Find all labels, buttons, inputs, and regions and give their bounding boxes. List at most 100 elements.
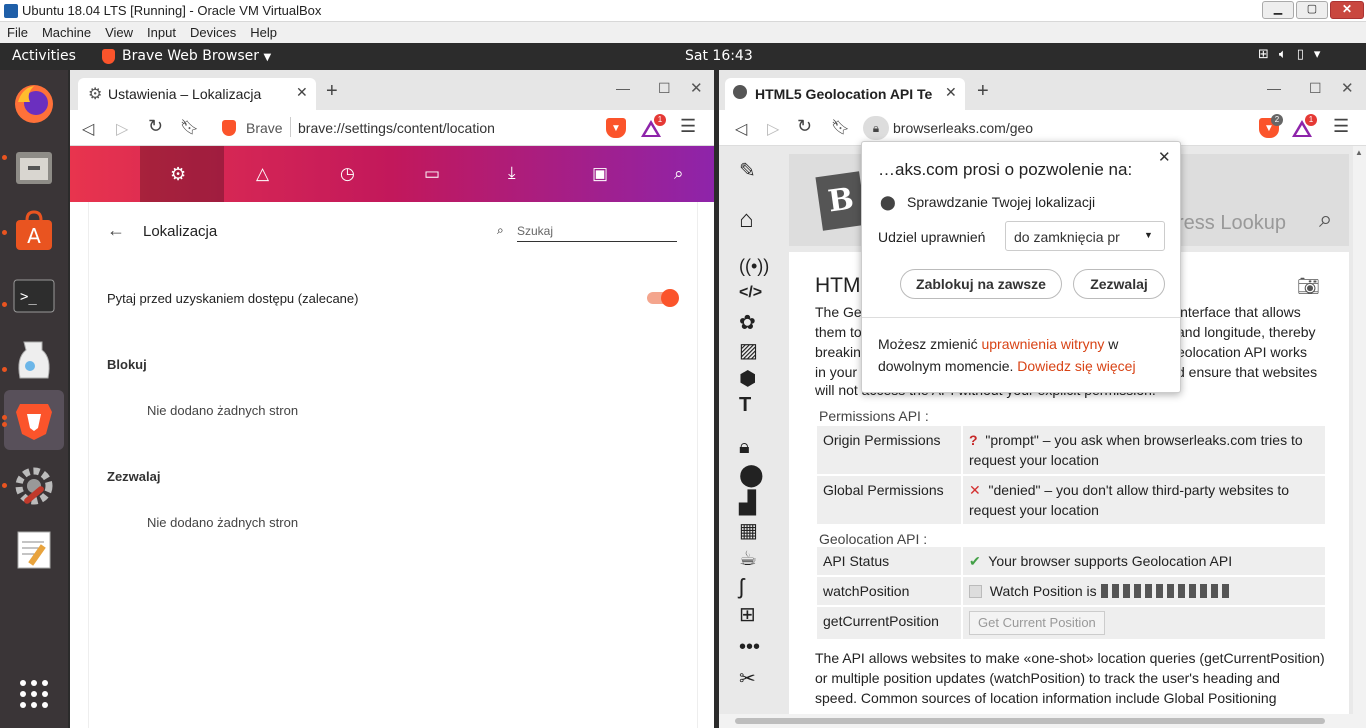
- close-tab-icon[interactable]: ✕: [945, 84, 957, 101]
- wallet-icon[interactable]: ▣: [592, 164, 608, 184]
- horizontal-scrollbar[interactable]: [719, 714, 1353, 728]
- search-input[interactable]: Szukaj: [517, 224, 677, 242]
- block-forever-button[interactable]: Zablokuj na zawsze: [900, 269, 1062, 299]
- network-icon: ⊞: [1258, 47, 1269, 62]
- more-icon[interactable]: •••: [739, 636, 760, 659]
- maximize-icon[interactable]: ☐: [1309, 80, 1322, 97]
- maximize-icon[interactable]: ☐: [658, 80, 671, 97]
- site-sidebar: ✎ ⌂ ((•)) </> ✿ ▨ ⬢ T 🔒︎ ⬤ ▟ ▦ ☕︎ ʃ ⊞ ••…: [735, 156, 775, 690]
- popup-footer: Możesz zmienić uprawnienia witryny w dow…: [878, 336, 1136, 374]
- menu-icon[interactable]: ☰: [680, 116, 696, 137]
- system-tray[interactable]: ⊞ 🔈︎ ▯ ▾: [1258, 47, 1320, 62]
- vertical-scrollbar[interactable]: ▲: [1353, 146, 1366, 728]
- home-icon[interactable]: ⌂: [739, 206, 754, 234]
- maximize-icon[interactable]: ▢: [1296, 1, 1328, 19]
- downloads-icon[interactable]: ⤓: [508, 163, 516, 183]
- tools-icon[interactable]: ✂: [739, 666, 756, 691]
- close-window-icon[interactable]: ✕: [1341, 79, 1354, 97]
- search-nav-icon[interactable]: ⌕: [674, 164, 684, 184]
- reload-icon[interactable]: ↻: [797, 116, 812, 137]
- menu-input[interactable]: Input: [140, 22, 183, 40]
- forward-icon[interactable]: ▷: [767, 119, 779, 139]
- svg-text:>_: >_: [20, 289, 37, 305]
- wall-icon[interactable]: ▦: [739, 518, 758, 543]
- menu-file[interactable]: File: [0, 22, 35, 40]
- settings-gear-icon[interactable]: ⚙: [170, 164, 186, 185]
- settings-icon[interactable]: [10, 462, 58, 510]
- history-icon[interactable]: ◷: [340, 164, 355, 184]
- rewards-nav-icon[interactable]: △: [256, 164, 269, 184]
- duration-select[interactable]: do zamknięcia pr ▼: [1005, 221, 1165, 251]
- back-icon[interactable]: ◁: [735, 119, 747, 139]
- scrollbar-thumb[interactable]: [735, 718, 1325, 724]
- close-tab-icon[interactable]: ✕: [296, 84, 308, 101]
- firefox-icon[interactable]: [10, 80, 58, 128]
- virtualbox-titlebar: Ubuntu 18.04 LTS [Running] - Oracle VM V…: [0, 0, 1366, 22]
- bookmarks-nav-icon[interactable]: ▭: [424, 164, 440, 184]
- brave-shields-icon[interactable]: ▼: [606, 118, 626, 138]
- menu-view[interactable]: View: [98, 22, 140, 40]
- menu-devices[interactable]: Devices: [183, 22, 243, 40]
- bookmark-icon[interactable]: 🔖︎: [180, 118, 199, 136]
- site-permissions-link[interactable]: uprawnienia witryny: [981, 336, 1104, 352]
- new-tab-icon[interactable]: +: [326, 80, 338, 103]
- minimize-icon[interactable]: ▁: [1262, 1, 1294, 19]
- font-icon[interactable]: T: [739, 394, 751, 417]
- back-icon[interactable]: ◁: [82, 119, 94, 139]
- address-bar[interactable]: Brave brave://settings/content/location: [214, 114, 594, 142]
- app-menu[interactable]: Brave Web Browser ▼: [122, 48, 271, 64]
- geolocation-table: API Status ✔ Your browser supports Geoloc…: [815, 545, 1327, 641]
- learn-more-link[interactable]: Dowiedz się więcej: [1017, 358, 1135, 374]
- brave-icon[interactable]: [4, 390, 64, 450]
- lookup-input[interactable]: ress Lookup: [1177, 212, 1286, 235]
- image-icon[interactable]: ▨: [739, 338, 758, 363]
- shields-badge: 2: [1271, 114, 1283, 126]
- stairs-icon[interactable]: ▟: [739, 490, 756, 516]
- menu-machine[interactable]: Machine: [35, 22, 98, 40]
- ask-toggle[interactable]: [647, 289, 679, 307]
- menu-icon[interactable]: ☰: [1333, 116, 1349, 137]
- table-row: getCurrentPosition Get Current Position: [817, 607, 1325, 639]
- activities-button[interactable]: Activities: [12, 48, 76, 64]
- text-editor-icon[interactable]: [10, 526, 58, 574]
- allow-button[interactable]: Zezwalaj: [1073, 269, 1165, 299]
- tab-strip: HTML5 Geolocation API Te ✕ + — ☐ ✕: [719, 70, 1366, 110]
- close-window-icon[interactable]: ✕: [690, 79, 703, 97]
- loading-bar: [1100, 584, 1231, 598]
- address-bar[interactable]: 🔒︎ browserleaks.com/geo: [863, 114, 1243, 142]
- lock-icon[interactable]: 🔒︎: [863, 116, 889, 140]
- windows-icon[interactable]: ⊞: [739, 602, 756, 627]
- bookmark-icon[interactable]: 🔖︎: [831, 118, 850, 136]
- menu-help[interactable]: Help: [243, 22, 284, 40]
- tab-geolocation[interactable]: HTML5 Geolocation API Te ✕: [725, 78, 965, 110]
- software-icon[interactable]: A: [10, 208, 58, 256]
- new-tab-icon[interactable]: +: [977, 80, 989, 103]
- get-current-position-button[interactable]: Get Current Position: [969, 611, 1105, 635]
- lock-sidebar-icon[interactable]: 🔒︎: [739, 436, 750, 459]
- app-grid-icon[interactable]: [10, 670, 58, 718]
- camera-icon[interactable]: 📷︎: [1297, 276, 1320, 297]
- minimize-icon[interactable]: —: [1267, 80, 1281, 96]
- pin-icon[interactable]: ✎: [739, 158, 756, 183]
- files-icon[interactable]: [10, 144, 58, 192]
- cube-icon[interactable]: ⬢: [739, 366, 756, 391]
- question-icon: ?: [969, 432, 978, 448]
- search-icon[interactable]: ⌕: [1319, 206, 1332, 234]
- watch-checkbox[interactable]: [969, 585, 982, 598]
- close-icon[interactable]: ✕: [1330, 1, 1364, 19]
- libreoffice-icon[interactable]: [10, 336, 58, 384]
- code-icon[interactable]: </>: [739, 284, 762, 302]
- tab-settings[interactable]: ⚙ Ustawienia – Lokalizacja ✕: [78, 78, 316, 110]
- terminal-icon[interactable]: >_: [10, 272, 58, 320]
- broadcast-icon[interactable]: ((•)): [739, 256, 769, 277]
- minimize-icon[interactable]: —: [616, 80, 630, 96]
- close-icon[interactable]: ✕: [1158, 148, 1171, 166]
- reload-icon[interactable]: ↻: [148, 116, 163, 137]
- back-arrow-icon[interactable]: ←: [107, 220, 125, 241]
- flash-icon[interactable]: ʃ: [739, 574, 744, 600]
- location-pin-icon[interactable]: ⬤: [739, 462, 764, 488]
- java-icon[interactable]: ☕︎: [739, 546, 757, 571]
- forward-icon[interactable]: ▷: [116, 119, 128, 139]
- clock[interactable]: Sat 16:43: [685, 48, 753, 64]
- puzzle-icon[interactable]: ✿: [739, 310, 756, 335]
